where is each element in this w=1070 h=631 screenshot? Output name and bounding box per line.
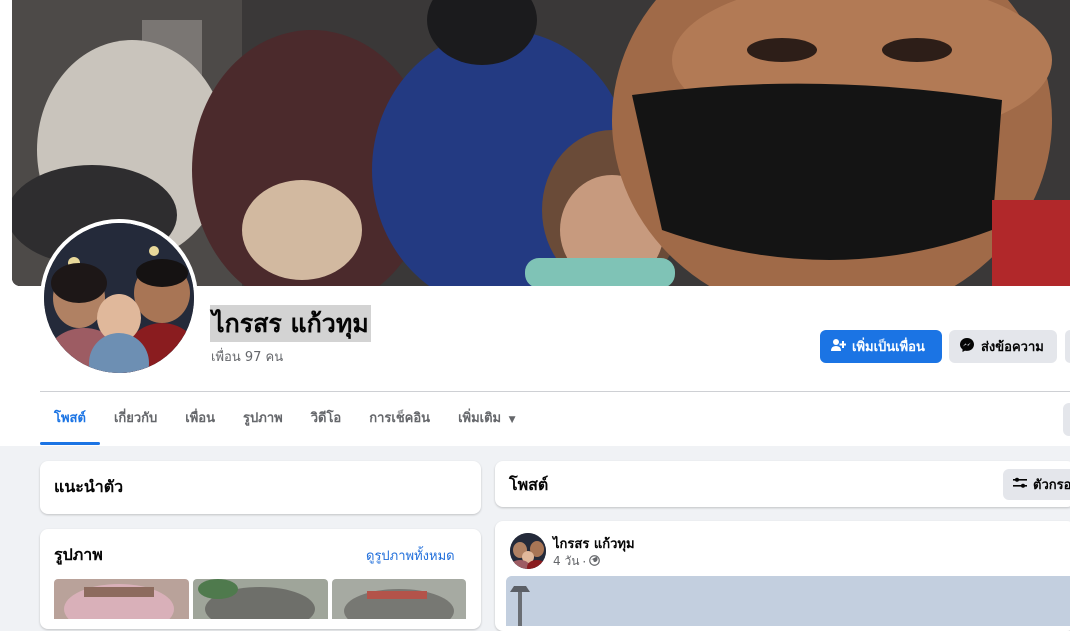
posts-header-card: โพสต์ bbox=[495, 461, 1070, 507]
post-author-avatar[interactable] bbox=[510, 533, 546, 569]
tab-photos[interactable]: รูปภาพ bbox=[229, 393, 297, 445]
tab-photos-label: รูปภาพ bbox=[243, 411, 283, 426]
tab-friends[interactable]: เพื่อน bbox=[171, 393, 229, 445]
photo-thumbnail[interactable] bbox=[54, 579, 189, 619]
messenger-icon bbox=[959, 337, 975, 357]
add-friend-label: เพิ่มเป็นเพื่อน bbox=[852, 340, 925, 355]
filter-icon bbox=[1013, 477, 1027, 493]
post-image[interactable] bbox=[506, 576, 1070, 626]
photo-thumbnail[interactable] bbox=[332, 579, 466, 619]
tab-about[interactable]: เกี่ยวกับ bbox=[100, 393, 171, 445]
more-actions-button[interactable] bbox=[1065, 330, 1070, 363]
profile-tabs: โพสต์ เกี่ยวกับ เพื่อน รูปภาพ วิดีโอ การ… bbox=[40, 393, 530, 445]
post-author-name[interactable]: ไกรสร แก้วทุม bbox=[553, 533, 635, 554]
meta-separator: · bbox=[582, 554, 587, 569]
profile-header: ไกรสร แก้วทุม เพื่อน 97 คน เพิ่มเป็นเพื่… bbox=[0, 0, 1070, 446]
filter-button[interactable]: ตัวกรอ bbox=[1003, 469, 1070, 500]
post-meta: 4 วัน · bbox=[553, 552, 601, 571]
tab-friends-label: เพื่อน bbox=[185, 411, 216, 426]
tabs-overflow-button[interactable] bbox=[1063, 403, 1070, 436]
tab-about-label: เกี่ยวกับ bbox=[113, 411, 158, 426]
intro-title: แนะนำตัว bbox=[54, 477, 124, 496]
filter-label: ตัวกรอ bbox=[1033, 478, 1070, 493]
tab-more[interactable]: เพิ่มเติม ▼ bbox=[444, 393, 530, 445]
photos-title: รูปภาพ bbox=[54, 545, 103, 564]
tab-videos[interactable]: วิดีโอ bbox=[297, 393, 356, 445]
caret-down-icon: ▼ bbox=[508, 415, 516, 425]
message-button[interactable]: ส่งข้อความ bbox=[949, 330, 1057, 363]
tab-checkins[interactable]: การเช็คอิน bbox=[355, 393, 444, 445]
post-time[interactable]: 4 วัน bbox=[553, 552, 579, 571]
add-friend-button[interactable]: เพิ่มเป็นเพื่อน bbox=[820, 330, 942, 363]
profile-avatar[interactable] bbox=[44, 223, 194, 373]
message-label: ส่งข้อความ bbox=[981, 340, 1044, 355]
tab-checkins-label: การเช็คอิน bbox=[369, 411, 431, 426]
intro-card: แนะนำตัว bbox=[40, 461, 481, 514]
posts-title: โพสต์ bbox=[509, 475, 549, 494]
tab-videos-label: วิดีโอ bbox=[310, 411, 342, 426]
globe-icon[interactable] bbox=[589, 554, 601, 569]
photo-thumbnail[interactable] bbox=[193, 579, 328, 619]
tab-more-label: เพิ่มเติม bbox=[458, 411, 502, 426]
see-all-photos-link[interactable]: ดูรูปภาพทั้งหมด bbox=[366, 545, 455, 566]
profile-name: ไกรสร แก้วทุม bbox=[210, 305, 371, 342]
add-user-icon bbox=[830, 337, 847, 357]
tab-posts-label: โพสต์ bbox=[54, 411, 86, 426]
header-divider bbox=[40, 391, 1070, 392]
friends-count[interactable]: เพื่อน 97 คน bbox=[211, 346, 283, 367]
tab-posts[interactable]: โพสต์ bbox=[40, 393, 100, 445]
